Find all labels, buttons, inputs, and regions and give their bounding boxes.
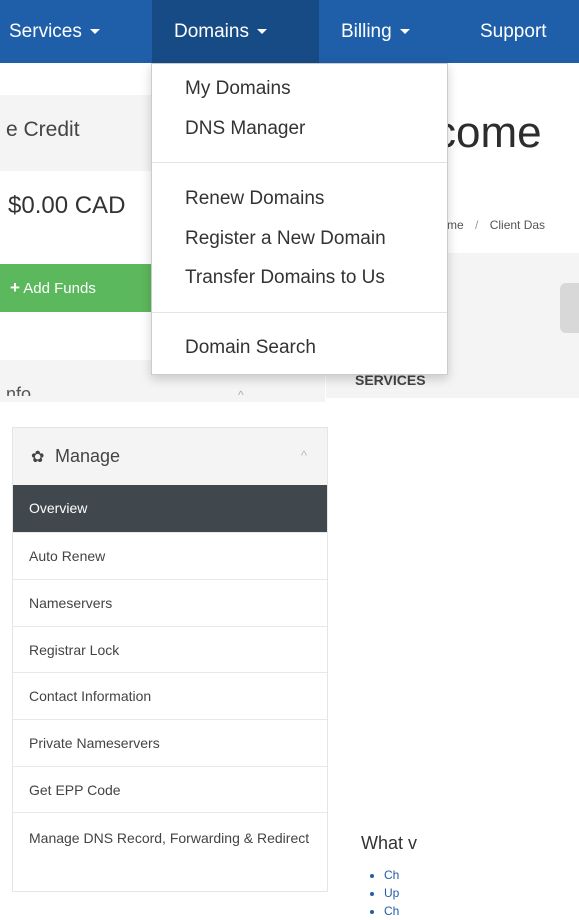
menu-renew-domains[interactable]: Renew Domains	[185, 188, 324, 210]
caret-down-icon	[256, 29, 267, 35]
breadcrumb-current: Client Das	[489, 218, 546, 232]
top-navbar: Services Domains Billing Support	[0, 0, 579, 63]
nav-domains-label: Domains	[174, 21, 249, 42]
menu-divider	[152, 312, 447, 313]
menu-transfer-domains[interactable]: Transfer Domains to Us	[185, 267, 385, 289]
breadcrumb: me / Client Das	[447, 218, 545, 232]
manage-panel: ✿ Manage ^ Overview Auto Renew Nameserve…	[12, 427, 328, 892]
manage-item-private-nameservers[interactable]: Private Nameservers	[13, 719, 327, 766]
breadcrumb-separator: /	[475, 218, 479, 232]
manage-item-dns-record[interactable]: Manage DNS Record, Forwarding & Redirect	[13, 812, 327, 891]
list-item[interactable]: Ch	[384, 902, 399, 920]
manage-title: Manage	[55, 446, 121, 466]
nav-services-label: Services	[9, 21, 82, 42]
menu-dns-manager[interactable]: DNS Manager	[185, 118, 305, 140]
manage-item-contact-information[interactable]: Contact Information	[13, 672, 327, 719]
manage-item-overview[interactable]: Overview	[13, 485, 327, 532]
manage-item-registrar-lock[interactable]: Registrar Lock	[13, 626, 327, 672]
nav-billing[interactable]: Billing	[341, 0, 410, 63]
menu-register-domain[interactable]: Register a New Domain	[185, 228, 386, 250]
domains-dropdown: My Domains DNS Manager Renew Domains Reg…	[151, 63, 448, 375]
caret-down-icon	[399, 29, 410, 35]
menu-my-domains[interactable]: My Domains	[185, 78, 291, 100]
nav-domains[interactable]: Domains	[152, 0, 319, 63]
chevron-up-icon[interactable]: ^	[238, 388, 244, 402]
gear-icon: ✿	[31, 449, 45, 466]
nav-support-label: Support	[480, 21, 547, 42]
manage-item-nameservers[interactable]: Nameservers	[13, 579, 327, 626]
manage-item-get-epp-code[interactable]: Get EPP Code	[13, 766, 327, 812]
list-item[interactable]: Ch	[384, 866, 399, 884]
add-funds-button[interactable]: + Add Funds	[0, 264, 152, 312]
caret-down-icon	[89, 29, 100, 35]
credit-balance: $0.00 CAD	[8, 192, 126, 219]
link-list: Ch Up Ch	[368, 866, 399, 920]
info-panel-title: nfo	[6, 384, 32, 396]
credit-title: e Credit	[6, 118, 80, 141]
list-item[interactable]: Up	[384, 884, 399, 902]
chevron-up-icon[interactable]: ^	[301, 448, 307, 463]
manage-header[interactable]: ✿ Manage ^	[13, 428, 327, 485]
what-text: What v	[361, 833, 418, 853]
add-funds-label: Add Funds	[23, 280, 96, 297]
box-icon	[560, 283, 579, 333]
nav-services[interactable]: Services	[9, 0, 100, 63]
menu-divider	[152, 162, 447, 163]
nav-support[interactable]: Support	[480, 0, 547, 63]
nav-billing-label: Billing	[341, 21, 392, 42]
breadcrumb-home[interactable]: me	[447, 218, 464, 232]
manage-item-auto-renew[interactable]: Auto Renew	[13, 532, 327, 579]
welcome-title: come	[434, 108, 542, 157]
plus-icon: +	[10, 278, 20, 297]
menu-domain-search[interactable]: Domain Search	[185, 337, 316, 359]
